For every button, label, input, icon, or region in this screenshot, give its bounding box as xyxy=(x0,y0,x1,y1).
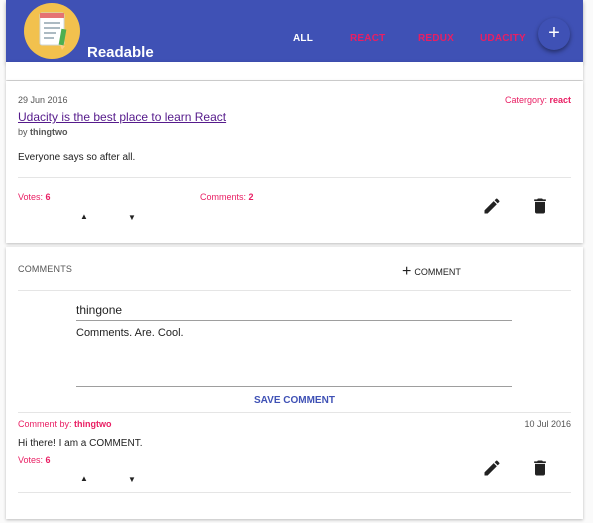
tab-react[interactable]: REACT xyxy=(350,33,385,44)
tab-udacity[interactable]: UDACITY xyxy=(480,33,526,44)
post-date: 29 Jun 2016 xyxy=(18,95,68,105)
comment-votes-value: 6 xyxy=(45,455,51,465)
divider xyxy=(18,290,571,291)
upvote-icon[interactable]: ▲ xyxy=(80,474,88,483)
post-body: Everyone says so after all. xyxy=(18,152,136,163)
edit-post-button[interactable] xyxy=(482,196,502,216)
post-category-label: Catergory: xyxy=(504,95,550,105)
body-field-underline xyxy=(76,386,512,387)
delete-icon xyxy=(534,198,546,214)
post-votes-label: Votes: xyxy=(18,192,46,202)
edit-icon xyxy=(484,198,500,214)
post-comments-count: Comments: 2 xyxy=(200,192,254,202)
add-comment-button[interactable]: + COMMENT xyxy=(402,263,461,280)
tab-redux[interactable]: REDUX xyxy=(418,33,454,44)
comments-header: COMMENTS xyxy=(18,264,73,274)
post-comments-value: 2 xyxy=(248,192,254,202)
comment-votes-label: Votes: xyxy=(18,455,46,465)
save-comment-button[interactable]: SAVE COMMENT xyxy=(254,395,335,406)
comment-by: Comment by: thingtwo xyxy=(18,419,112,429)
divider xyxy=(18,177,571,178)
add-comment-label: COMMENT xyxy=(414,267,461,277)
upvote-icon[interactable]: ▲ xyxy=(80,212,88,221)
post-author-name: thingtwo xyxy=(30,127,68,137)
add-post-button[interactable]: + xyxy=(538,18,570,50)
comment-body-field[interactable]: Comments. Are. Cool. xyxy=(76,327,184,339)
post-votes: Votes: 6 xyxy=(18,192,51,202)
app-logo xyxy=(24,3,80,59)
divider xyxy=(18,492,571,493)
comment-by-label: Comment by: xyxy=(18,419,75,429)
post-author-prefix: by xyxy=(18,127,31,137)
post-category-value: react xyxy=(549,95,571,105)
post-title-link[interactable]: Udacity is the best place to learn React xyxy=(18,110,226,124)
comment-author: thingtwo xyxy=(74,419,112,429)
edit-icon xyxy=(484,460,500,476)
downvote-icon[interactable]: ▼ xyxy=(128,213,136,222)
comments-card: COMMENTS + COMMENT thingone Comments. Ar… xyxy=(6,247,583,519)
comment-author-field[interactable]: thingone xyxy=(76,303,122,317)
app-bar: Readable ALL REACT REDUX UDACITY + xyxy=(6,0,583,62)
delete-comment-button[interactable] xyxy=(530,458,550,478)
post-card: 29 Jun 2016 Catergory: react Udacity is … xyxy=(6,81,583,243)
tab-all[interactable]: ALL xyxy=(293,33,313,44)
comment-body: Hi there! I am a COMMENT. xyxy=(18,438,143,449)
comment-date: 10 Jul 2016 xyxy=(524,419,571,429)
divider xyxy=(18,412,571,413)
author-field-underline xyxy=(76,320,512,321)
post-list-top-edge xyxy=(6,62,583,80)
notepad-icon xyxy=(39,12,67,50)
edit-comment-button[interactable] xyxy=(482,458,502,478)
app-title: Readable xyxy=(87,44,154,61)
delete-post-button[interactable] xyxy=(530,196,550,216)
plus-icon: + xyxy=(402,263,412,280)
add-icon: + xyxy=(548,22,560,44)
downvote-icon[interactable]: ▼ xyxy=(128,475,136,484)
post-votes-value: 6 xyxy=(45,192,51,202)
post-author: by thingtwo xyxy=(18,127,68,137)
post-category: Catergory: react xyxy=(505,95,571,105)
comment-votes: Votes: 6 xyxy=(18,455,51,465)
post-comments-label: Comments: xyxy=(200,192,249,202)
delete-icon xyxy=(534,460,546,476)
